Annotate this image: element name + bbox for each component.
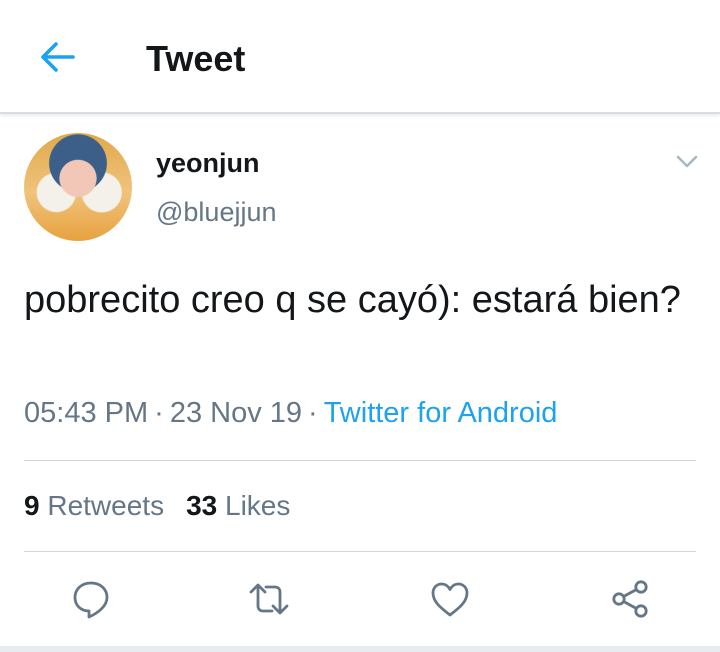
page-title: Tweet (146, 38, 246, 79)
tweet-text: pobrecito creo q se cayó): estará bien? (24, 279, 681, 321)
divider (24, 551, 696, 552)
top-bar: Tweet (0, 0, 720, 114)
like-count: 33 (186, 490, 218, 521)
tweet-time: 05:43 PM (24, 397, 149, 429)
like-label: Likes (225, 490, 291, 521)
author-handle[interactable]: @bluejjun (156, 197, 277, 228)
author-name[interactable]: yeonjun (156, 148, 260, 179)
tweet-source-link[interactable]: Twitter for Android (324, 397, 558, 429)
separator-dot: · (154, 397, 164, 429)
tweet-metadata: 05:43 PM · 23 Nov 19 · Twitter for Android (24, 397, 557, 430)
retweet-icon[interactable] (248, 578, 290, 620)
avatar[interactable] (24, 133, 132, 241)
separator-dot: · (308, 397, 318, 429)
retweets-stat[interactable]: 9 Retweets (24, 490, 164, 521)
divider (24, 460, 696, 461)
tweet-date: 23 Nov 19 (169, 397, 303, 429)
like-icon[interactable] (429, 578, 471, 620)
arrow-left-icon[interactable] (38, 40, 76, 74)
reply-icon[interactable] (70, 578, 112, 620)
chevron-down-icon[interactable] (675, 153, 699, 171)
share-icon[interactable] (609, 578, 651, 620)
likes-stat[interactable]: 33 Likes (186, 490, 290, 521)
bottom-border (0, 646, 720, 652)
engagement-stats: 9 Retweets 33 Likes (24, 490, 312, 522)
retweet-count: 9 (24, 490, 40, 521)
retweet-label: Retweets (47, 490, 165, 521)
